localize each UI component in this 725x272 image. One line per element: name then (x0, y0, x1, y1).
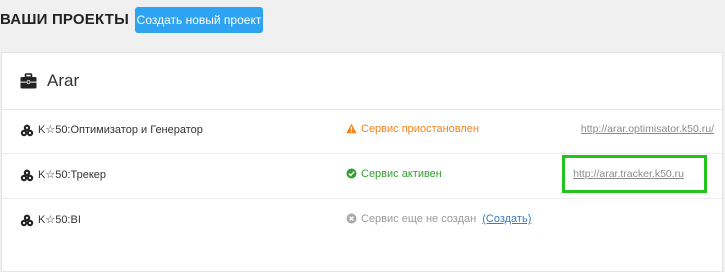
service-status: Сервис приостановлен (346, 123, 479, 135)
service-status: Сервис еще не создан (Создать) (346, 213, 531, 225)
service-status-text: Сервис еще не создан (361, 213, 477, 225)
service-url-link[interactable]: http://arar.tracker.k50.ru (573, 168, 684, 180)
service-status: Сервис активен (346, 168, 442, 180)
service-name[interactable]: K☆50:BI (38, 213, 81, 226)
project-panel: Arar K☆50:Оптимизатор и Генератор Сервис… (1, 52, 723, 272)
check-circle-icon (346, 168, 357, 179)
service-row-tracker: K☆50:Трекер Сервис активен http://arar.t… (2, 154, 722, 199)
create-service-link[interactable]: (Создать) (482, 213, 531, 225)
page-title: ВАШИ ПРОЕКТЫ (0, 11, 129, 28)
warning-icon (346, 123, 357, 134)
x-circle-icon (346, 213, 357, 224)
k50-logo-icon (20, 214, 34, 227)
service-status-text: Сервис приостановлен (361, 123, 479, 135)
project-name: Arar (47, 71, 80, 90)
service-url-link[interactable]: http://arar.optimisator.k50.ru/ (581, 123, 714, 135)
service-name[interactable]: K☆50:Трекер (38, 168, 106, 181)
k50-logo-icon (20, 124, 34, 137)
top-bar: ВАШИ ПРОЕКТЫ Создать новый проект (0, 0, 725, 52)
service-row-bi: K☆50:BI Сервис еще не создан (Создать) (2, 199, 722, 243)
service-name[interactable]: K☆50:Оптимизатор и Генератор (38, 123, 203, 136)
briefcase-icon (20, 73, 37, 89)
service-row-optimizer: K☆50:Оптимизатор и Генератор Сервис прио… (2, 109, 722, 154)
k50-logo-icon (20, 169, 34, 182)
service-status-text: Сервис активен (361, 168, 442, 180)
project-header: Arar (2, 53, 722, 110)
create-project-button[interactable]: Создать новый проект (135, 7, 263, 33)
